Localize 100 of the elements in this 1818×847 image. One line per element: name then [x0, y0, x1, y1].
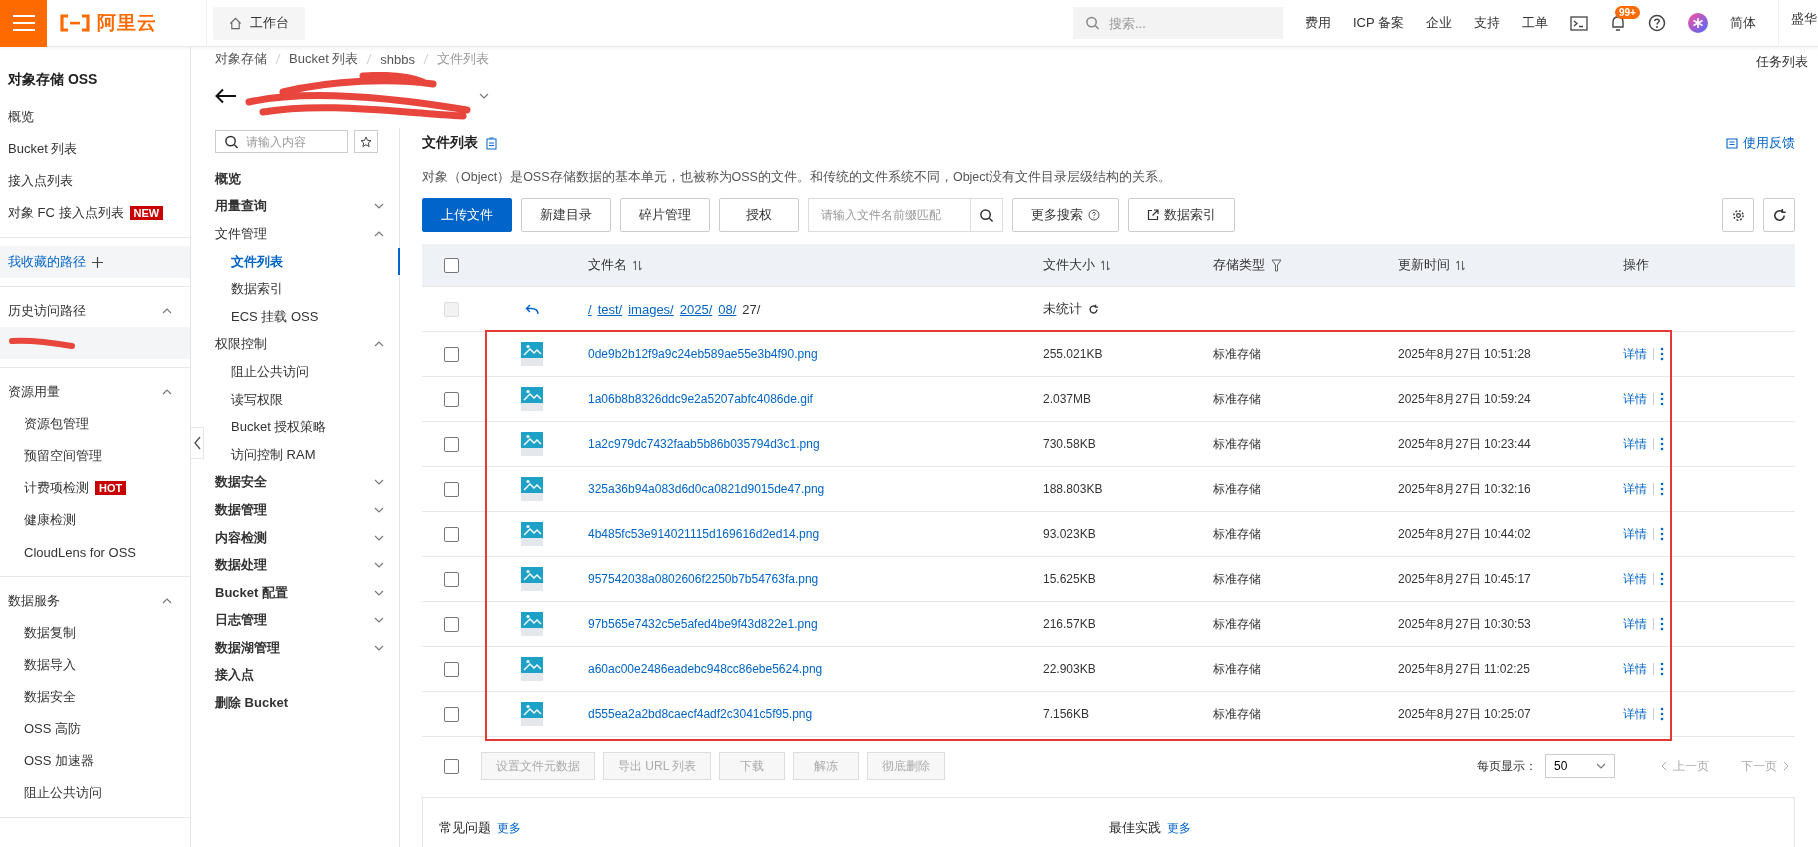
more-icon[interactable] — [1660, 617, 1664, 631]
sidebar-item[interactable]: OSS 高防 — [0, 713, 190, 745]
refresh-button[interactable] — [1763, 198, 1795, 232]
nav-group[interactable]: 数据湖管理 — [215, 634, 400, 662]
row-checkbox[interactable] — [444, 526, 459, 542]
sidebar-item[interactable]: OSS 加速器 — [0, 745, 190, 777]
sidebar-item[interactable]: CloudLens for OSS — [0, 536, 190, 568]
select-all-checkbox[interactable] — [444, 257, 459, 273]
file-name-link[interactable]: 1a06b8b8326ddc9e2a5207abfc4086de.gif — [588, 392, 813, 406]
more-link[interactable]: 更多 — [497, 819, 521, 837]
more-search-button[interactable]: 更多搜索 — [1012, 198, 1119, 232]
refresh-icon[interactable] — [1088, 303, 1099, 315]
sidebar-item[interactable]: 阻止公共访问 — [0, 777, 190, 809]
task-list-link[interactable]: 任务列表 — [1756, 53, 1808, 71]
data-index-button[interactable]: 数据索引 — [1128, 198, 1235, 232]
row-checkbox[interactable] — [444, 661, 459, 677]
row-checkbox[interactable] — [444, 346, 459, 362]
help-icon[interactable] — [1648, 14, 1666, 32]
filename-filter-field[interactable]: 请输入文件名前缀匹配 — [808, 198, 971, 232]
account-name[interactable]: 盛华 — [1778, 0, 1818, 47]
page-size-select[interactable]: 50 — [1545, 754, 1615, 778]
row-checkbox[interactable] — [444, 616, 459, 632]
row-checkbox[interactable] — [444, 706, 459, 722]
more-link[interactable]: 更多 — [1166, 819, 1191, 837]
nav-group[interactable]: 日志管理 — [215, 606, 400, 635]
assistant-avatar[interactable] — [1688, 13, 1708, 33]
collapse-button[interactable] — [190, 427, 204, 459]
sidebar-item[interactable]: 资源包管理 — [0, 408, 190, 440]
toolbar-button[interactable]: 碎片管理 — [620, 198, 710, 232]
nav-item[interactable]: 读写权限 — [215, 385, 400, 414]
more-icon[interactable] — [1660, 707, 1664, 721]
file-name-link[interactable]: d555ea2a2bd8caecf4adf2c3041c5f95.png — [588, 707, 813, 721]
nav-group[interactable]: 数据安全 — [215, 468, 400, 497]
breadcrumb-link[interactable]: shbbs — [380, 51, 416, 67]
sidebar-item[interactable]: Bucket 列表 — [0, 133, 190, 165]
nav-item[interactable]: 访问控制 RAM — [215, 440, 400, 469]
sidebar-group[interactable]: 资源用量 — [0, 376, 190, 408]
sidebar-item[interactable]: 计费项检测 HOT — [0, 472, 190, 504]
language-link[interactable]: 简体 — [1730, 14, 1756, 32]
toolbar-button[interactable]: 新建目录 — [521, 198, 611, 232]
file-name-link[interactable]: 957542038a0802606f2250b7b54763fa.png — [588, 572, 819, 586]
details-link[interactable]: 详情 — [1623, 705, 1647, 723]
nav-item[interactable]: 删除 Bucket — [215, 689, 400, 717]
details-link[interactable]: 详情 — [1623, 480, 1647, 498]
details-link[interactable]: 详情 — [1623, 525, 1647, 543]
breadcrumb-link[interactable]: Bucket 列表 — [289, 50, 359, 68]
menu-button[interactable] — [0, 0, 47, 47]
file-name-link[interactable]: 325a36b94a083d6d0ca0821d9015de47.png — [588, 482, 825, 496]
row-checkbox[interactable] — [444, 481, 459, 497]
details-link[interactable]: 详情 — [1623, 615, 1647, 633]
sidebar-group[interactable]: 历史访问路径 — [0, 295, 190, 327]
clipboard-icon[interactable] — [486, 136, 497, 150]
more-icon[interactable] — [1660, 527, 1664, 541]
sidebar-item[interactable]: 接入点列表 — [0, 165, 190, 197]
file-name-link[interactable]: 97b565e7432c5e5afed4be9f43d822e1.png — [588, 617, 818, 631]
nav-link[interactable]: 工单 — [1522, 14, 1548, 32]
nav-item[interactable]: Bucket 授权策略 — [215, 413, 400, 441]
sidebar-item[interactable]: 数据安全 — [0, 681, 190, 713]
nav-item[interactable]: 数据索引 — [215, 275, 400, 303]
nav-group[interactable]: 文件管理 — [215, 220, 400, 248]
nav-item[interactable]: ECS 挂载 OSS — [215, 302, 400, 331]
row-checkbox[interactable] — [444, 391, 459, 407]
favorite-button[interactable] — [354, 130, 378, 153]
terminal-icon[interactable] — [1570, 15, 1588, 31]
search-button[interactable] — [971, 198, 1003, 232]
nav-item[interactable]: 阻止公共访问 — [215, 358, 400, 386]
nav-group[interactable]: 数据管理 — [215, 496, 400, 524]
select-all-checkbox[interactable] — [444, 758, 459, 774]
nav-item[interactable]: 文件列表 — [215, 247, 400, 276]
toolbar-button[interactable]: 上传文件 — [422, 198, 512, 232]
workbench-button[interactable]: 工作台 — [213, 6, 305, 40]
feedback-link[interactable]: 使用反馈 — [1726, 134, 1795, 152]
more-icon[interactable] — [1660, 347, 1664, 361]
search-field[interactable]: 搜索... — [1072, 7, 1283, 39]
details-link[interactable]: 详情 — [1623, 345, 1647, 363]
details-link[interactable]: 详情 — [1623, 435, 1647, 453]
nav-group[interactable]: 内容检测 — [215, 523, 400, 552]
details-link[interactable]: 详情 — [1623, 390, 1647, 408]
back-icon[interactable] — [525, 303, 539, 315]
nav-group[interactable]: 用量查询 — [215, 192, 400, 221]
sidebar-item[interactable]: 数据复制 — [0, 617, 190, 649]
file-name-link[interactable]: a60ac00e2486eadebc948cc86ebe5624.png — [588, 662, 823, 676]
more-icon[interactable] — [1660, 437, 1664, 451]
sidebar-item[interactable]: 数据导入 — [0, 649, 190, 681]
details-link[interactable]: 详情 — [1623, 660, 1647, 678]
nav-item[interactable]: 概览 — [215, 165, 400, 193]
nav-search-field[interactable]: 请输入内容 — [215, 130, 348, 153]
details-link[interactable]: 详情 — [1623, 570, 1647, 588]
nav-link[interactable]: ICP 备案 — [1352, 14, 1404, 32]
nav-item[interactable]: 接入点 — [215, 661, 400, 690]
favorites-item[interactable]: 我收藏的路径 — [0, 246, 190, 278]
back-arrow-icon[interactable] — [215, 88, 237, 104]
nav-link[interactable]: 支持 — [1474, 14, 1500, 32]
more-icon[interactable] — [1660, 482, 1664, 496]
sidebar-item[interactable]: 对象 FC 接入点列表 NEW — [0, 197, 190, 229]
nav-group[interactable]: 权限控制 — [215, 330, 400, 359]
file-name-link[interactable]: 4b485fc53e914021115d169616d2ed14.png — [588, 527, 820, 541]
row-checkbox[interactable] — [444, 571, 459, 587]
more-icon[interactable] — [1660, 572, 1664, 586]
toolbar-button[interactable]: 授权 — [719, 198, 799, 232]
